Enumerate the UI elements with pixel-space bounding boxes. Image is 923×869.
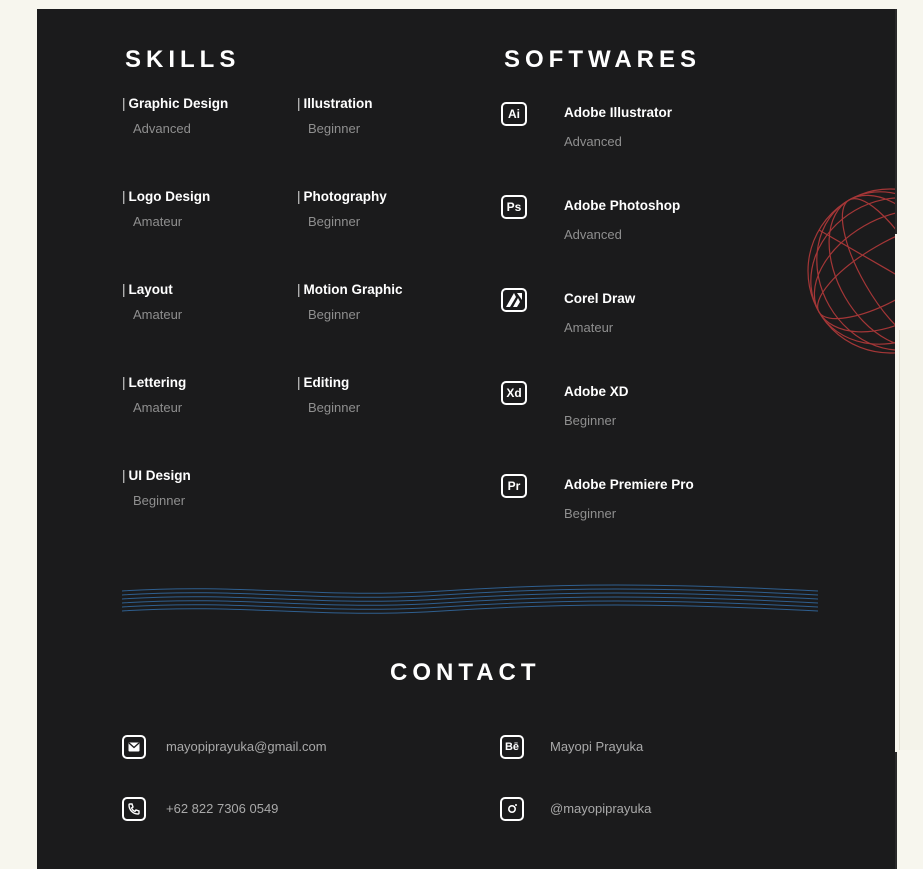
software-level: Advanced (564, 134, 622, 149)
skill-item: | Editing Beginner (297, 375, 360, 415)
skill-level: Beginner (308, 400, 361, 415)
skill-item: | Lettering Amateur (122, 375, 186, 415)
email-address[interactable]: mayopiprayuka@gmail.com (166, 739, 327, 754)
xd-icon: Xd (501, 381, 527, 405)
skills-heading: SKILLS (125, 46, 241, 73)
skill-level: Beginner (133, 493, 186, 508)
software-name: Adobe Illustrator (564, 105, 673, 120)
skill-level: Amateur (133, 214, 183, 229)
contact-heading: CONTACT (390, 659, 541, 686)
softwares-heading: SOFTWARES (504, 46, 702, 73)
skill-name: | Lettering (122, 375, 187, 390)
skill-item: | UI Design Beginner (122, 468, 191, 508)
adjacent-page-edge (895, 0, 923, 869)
skill-level: Beginner (308, 307, 361, 322)
skill-level: Beginner (308, 214, 361, 229)
software-level: Advanced (564, 227, 622, 242)
skill-level: Beginner (308, 121, 361, 136)
skill-name: | Editing (297, 375, 350, 390)
skill-name: | Layout (122, 282, 173, 297)
software-level: Beginner (564, 506, 617, 521)
behance-name[interactable]: Mayopi Prayuka (550, 739, 643, 754)
illustrator-icon: Ai (501, 102, 527, 126)
mail-icon (122, 735, 146, 759)
skill-item: | Photography Beginner (297, 189, 387, 229)
skill-name: | Graphic Design (122, 96, 229, 111)
software-name: Adobe Photoshop (564, 198, 681, 213)
skill-level: Amateur (133, 307, 183, 322)
software-level: Beginner (564, 413, 617, 428)
skill-name: | Motion Graphic (297, 282, 403, 297)
skill-level: Advanced (133, 121, 191, 136)
premiere-icon: Pr (501, 474, 527, 498)
software-name: Corel Draw (564, 291, 636, 306)
coreldraw-icon (501, 288, 527, 312)
instagram-handle[interactable]: @mayopiprayuka (550, 801, 651, 816)
behance-icon: Bē (500, 735, 524, 759)
software-level: Amateur (564, 320, 614, 335)
skill-item: | Illustration Beginner (297, 96, 373, 136)
phone-number[interactable]: +62 822 7306 0549 (166, 801, 278, 816)
skill-item: | Logo Design Amateur (122, 189, 210, 229)
skill-name: | Logo Design (122, 189, 211, 204)
software-name: Adobe Premiere Pro (564, 477, 694, 492)
skill-name: | Illustration (297, 96, 373, 111)
software-name: Adobe XD (564, 384, 629, 399)
phone-icon (122, 797, 146, 821)
skill-item: | Graphic Design Advanced (122, 96, 228, 136)
skill-level: Amateur (133, 400, 183, 415)
skill-name: | Photography (297, 189, 387, 204)
photoshop-icon: Ps (501, 195, 527, 219)
globe-decoration (807, 188, 895, 354)
wave-divider (122, 584, 818, 614)
skill-name: | UI Design (122, 468, 191, 483)
skill-item: | Layout Amateur (122, 282, 182, 322)
instagram-icon (500, 797, 524, 821)
resume-sheet: SKILLS | Graphic Design Advanced | Logo De… (37, 9, 895, 869)
skill-item: | Motion Graphic Beginner (297, 282, 403, 322)
